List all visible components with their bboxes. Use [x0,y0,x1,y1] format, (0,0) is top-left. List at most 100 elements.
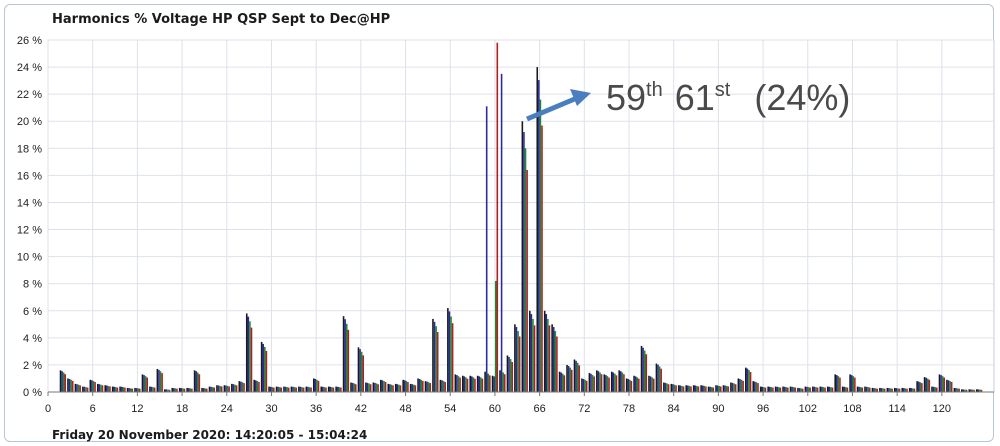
harmonic-bar [664,382,667,392]
harmonic-bar [804,386,807,392]
harmonic-bar [575,360,577,392]
harmonic-bar [320,386,323,392]
harmonic-bar [600,374,603,392]
harmonic-bar [82,386,84,392]
x-tick-label: 78 [623,403,635,415]
harmonic-bar [928,379,931,392]
harmonic-bar [116,387,119,392]
harmonic-bar [837,376,840,392]
harmonic-bar [852,376,855,392]
harmonic-bar [299,386,302,392]
harmonic-bar [619,371,622,392]
harmonic-bar [696,385,698,392]
harmonic-bar [447,308,449,392]
harmonic-bar [265,350,268,392]
harmonic-bar [745,367,747,392]
harmonic-bar [74,383,77,392]
harmonic-bar [340,387,342,392]
harmonic-bar [547,318,549,392]
harmonic-bar [435,326,437,392]
harmonic-bar [375,383,378,392]
harmonic-bar [675,385,677,392]
harmonic-bar [238,381,241,392]
harmonic-bar [461,375,464,392]
harmonic-bar [578,365,581,392]
harmonic-bar [831,387,834,392]
harmonic-bar [956,388,959,392]
harmonic-bar [841,386,844,392]
x-tick-label: 60 [489,403,501,415]
harmonic-bar [545,314,548,392]
harmonic-bar [441,380,443,392]
harmonic-bar [529,310,531,392]
harmonic-bar [394,383,397,392]
harmonic-bar [347,329,350,392]
harmonic-bar [143,375,145,392]
harmonic-bar [316,379,318,392]
harmonic-bar [113,386,116,392]
harmonic-bar [149,386,151,392]
harmonic-bar [812,386,814,392]
harmonic-bar [724,385,726,392]
harmonic-bar [67,378,69,392]
harmonic-bar [692,385,695,392]
harmonic-bar [331,387,333,392]
harmonic-bar [950,382,953,392]
harmonic-bar [679,385,682,392]
harmonic-bar [217,385,220,392]
harmonic-bar [409,383,412,392]
harmonic-bar [64,374,67,392]
harmonic-bar [362,355,365,392]
harmonic-bar [119,386,121,392]
harmonic-bar [308,387,311,392]
harmonic-bar [515,327,518,392]
x-tick-label: 72 [578,403,590,415]
harmonic-bar [269,386,272,392]
harmonic-bar [284,386,287,392]
harmonic-bar [351,382,354,392]
harmonic-bar [895,388,898,392]
harmonic-bar [338,387,341,392]
harmonic-bar [383,381,385,392]
harmonic-bar [253,379,255,392]
harmonic-bar [389,384,391,392]
harmonic-bar [719,386,722,392]
x-tick-label: 42 [355,403,367,415]
x-tick-label: 24 [221,403,233,415]
harmonic-bar [427,382,430,392]
harmonic-bar [737,378,740,392]
harmonic-bar [360,351,363,392]
harmonic-bar [627,379,630,392]
harmonic-bar [940,375,942,392]
harmonic-bar [403,380,406,392]
harmonic-bar [532,318,534,392]
annotation-base2: 61 [675,77,715,118]
harmonic-bar [213,387,216,392]
harmonic-bar [94,382,96,392]
harmonic-bar [919,382,922,392]
harmonic-bar [894,387,896,392]
harmonic-bar [730,382,732,392]
x-tick-label: 114 [888,403,906,415]
x-tick-label: 120 [933,403,951,415]
harmonic-bar [645,354,648,392]
harmonic-bar [442,381,445,392]
harmonic-bar [816,387,819,392]
harmonic-bar [359,349,361,392]
harmonic-bar [941,376,944,392]
harmonic-bar [776,386,778,392]
harmonic-bar [480,377,482,392]
harmonic-bar [603,374,606,392]
harmonic-bar [882,388,884,392]
harmonic-bar [538,80,540,392]
harmonic-bar [256,381,259,392]
harmonic-bar [566,364,568,392]
harmonic-bar [115,387,117,392]
annotation-sup2: st [715,79,731,101]
harmonic-bar [350,382,352,392]
y-tick-label: 0 % [23,387,42,399]
harmonic-bar [444,382,446,392]
harmonic-bar [208,386,211,392]
harmonic-bar [725,385,728,392]
harmonic-bar [323,387,326,392]
